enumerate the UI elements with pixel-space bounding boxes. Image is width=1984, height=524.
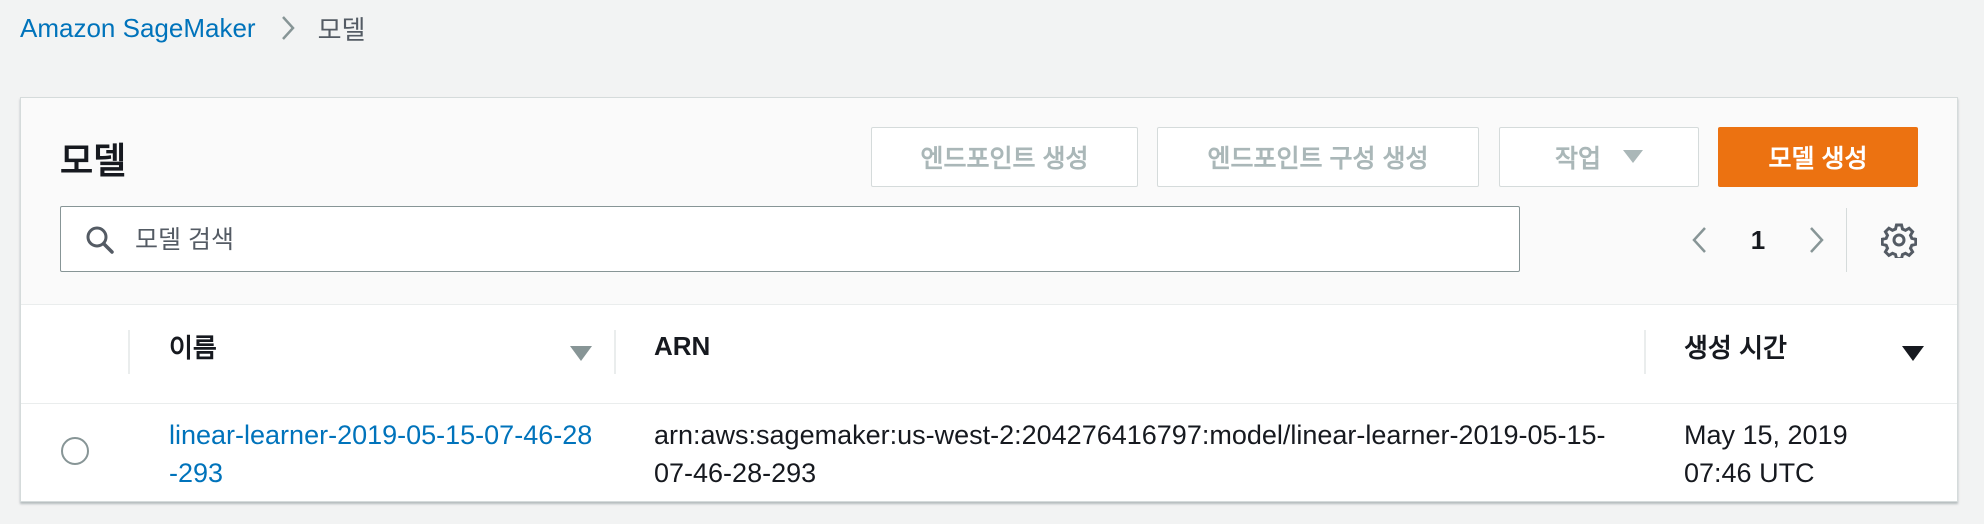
model-name-link[interactable]: linear-learner-2019-05-15-07-46-28-293: [169, 416, 599, 492]
column-divider: [1644, 330, 1646, 374]
column-header-name-label: 이름: [169, 332, 217, 363]
column-header-arn[interactable]: ARN: [654, 320, 710, 372]
column-divider: [128, 330, 130, 374]
row-select-radio[interactable]: [61, 437, 89, 465]
caret-down-icon: [1623, 150, 1643, 164]
actions-dropdown-button[interactable]: 작업: [1499, 127, 1699, 187]
panel-title: 모델: [60, 140, 127, 181]
chevron-left-icon[interactable]: [1681, 212, 1717, 268]
breadcrumb: Amazon SageMaker 모델: [20, 8, 365, 48]
creation-time: May 15, 2019 07:46 UTC: [1684, 416, 1924, 492]
create-endpoint-config-button[interactable]: 엔드포인트 구성 생성: [1157, 127, 1479, 187]
search-input[interactable]: [133, 217, 1497, 263]
divider: [1846, 208, 1847, 272]
model-arn: arn:aws:sagemaker:us-west-2:204276416797…: [654, 420, 1606, 488]
sort-desc-icon[interactable]: [1902, 338, 1924, 369]
create-endpoint-button[interactable]: 엔드포인트 생성: [871, 127, 1138, 187]
chevron-right-icon[interactable]: [1799, 212, 1835, 268]
gear-icon[interactable]: [1880, 222, 1918, 263]
breadcrumb-current: 모델: [317, 14, 366, 45]
column-header-created-label: 생성 시간: [1684, 332, 1787, 363]
search-icon: [85, 225, 115, 260]
pagination: 1: [1681, 212, 1835, 268]
column-divider: [614, 330, 616, 374]
breadcrumb-link-sagemaker[interactable]: Amazon SageMaker: [20, 13, 256, 44]
actions-label: 작업: [1554, 145, 1601, 173]
table-header-border: [21, 403, 1957, 404]
chevron-right-icon: [280, 14, 296, 42]
column-header-created[interactable]: 생성 시간: [1684, 320, 1924, 372]
creation-date: May 15, 2019: [1684, 420, 1848, 450]
page-number[interactable]: 1: [1717, 225, 1799, 256]
column-header-name[interactable]: 이름: [169, 320, 599, 372]
create-model-button[interactable]: 모델 생성: [1718, 127, 1918, 187]
creation-time-of-day: 07:46 UTC: [1684, 458, 1815, 488]
search-box: [60, 206, 1520, 272]
sort-icon[interactable]: [570, 338, 592, 369]
models-panel: 모델 엔드포인트 생성 엔드포인트 구성 생성 작업 모델 생성 1: [20, 97, 1958, 502]
